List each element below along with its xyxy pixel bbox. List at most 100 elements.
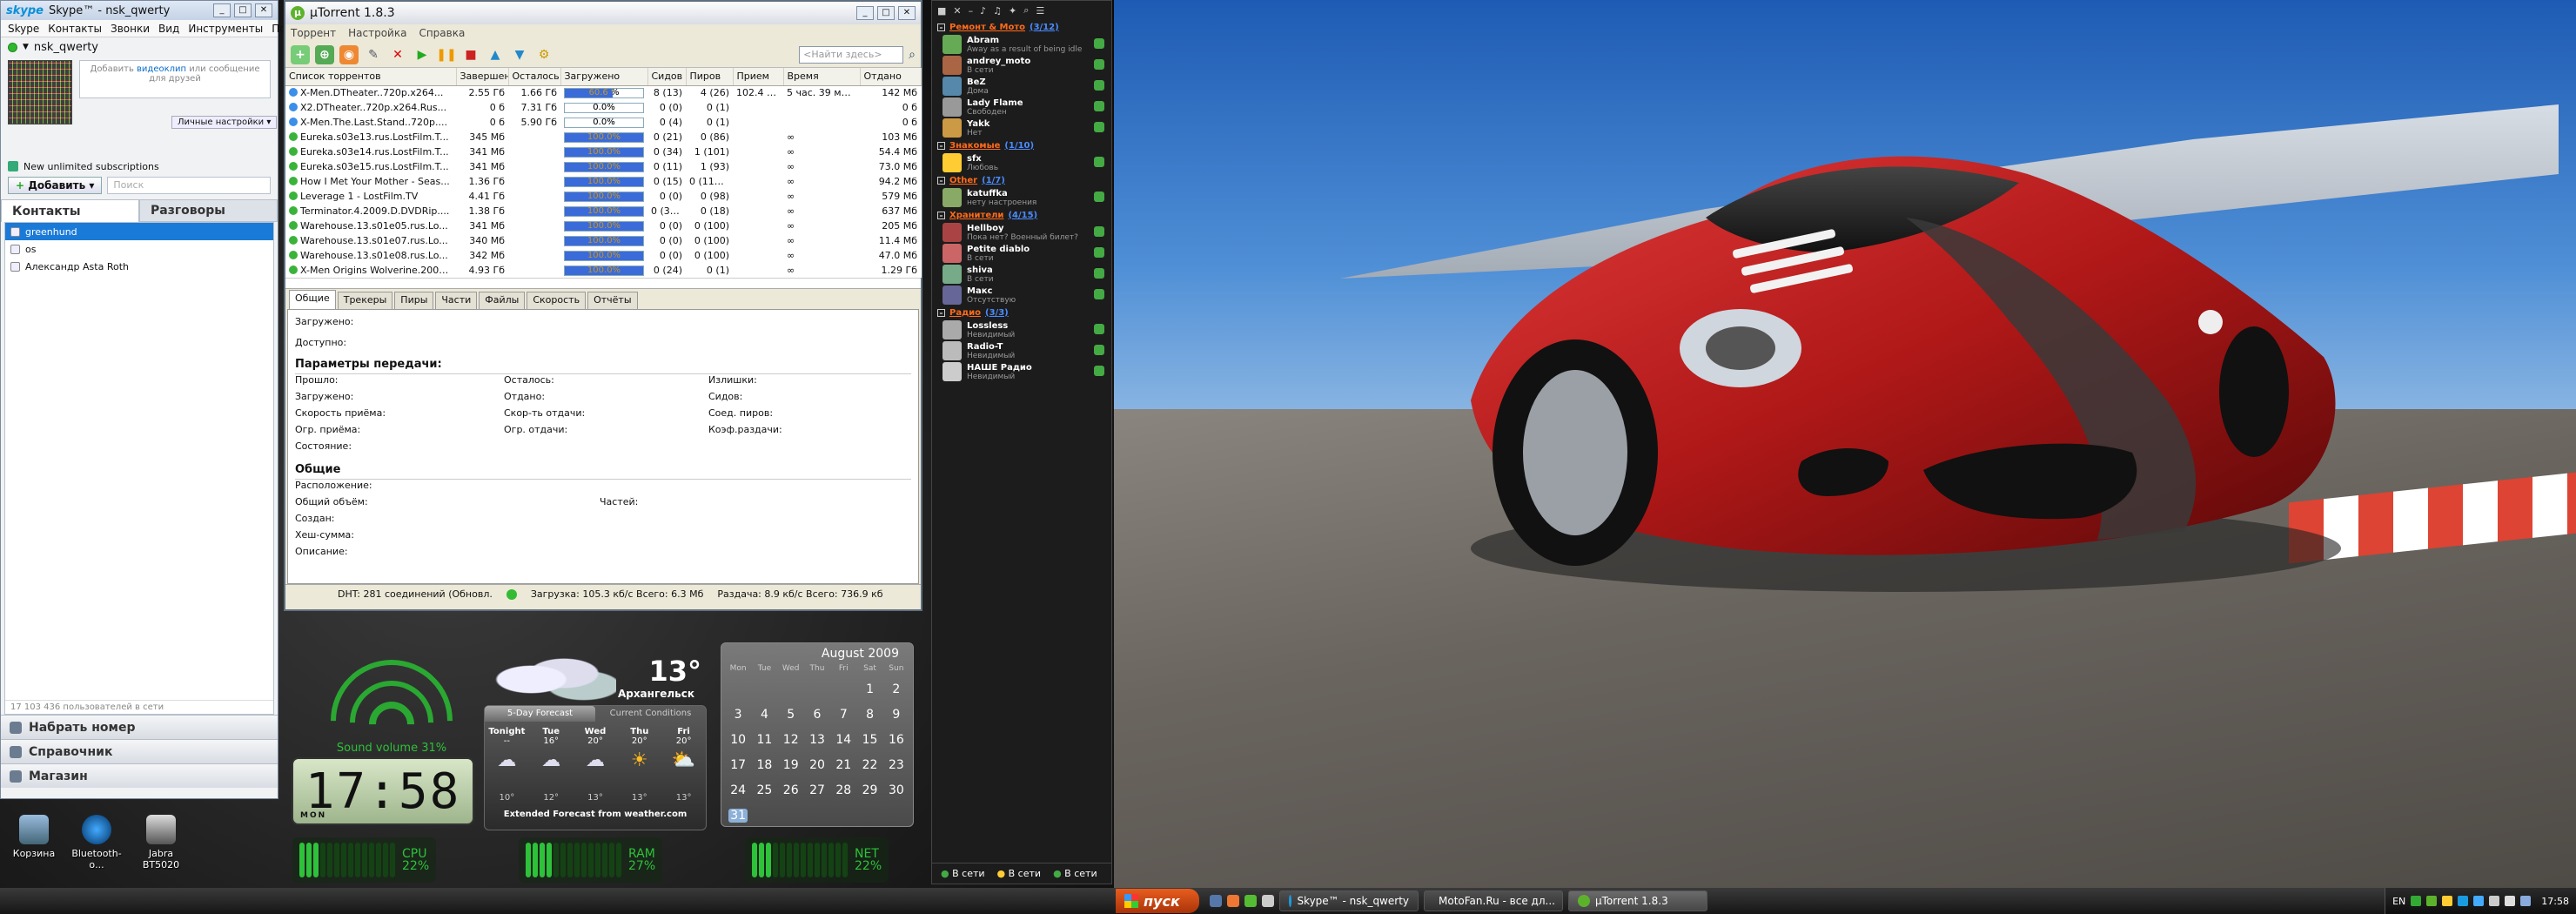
calendar-day[interactable]: 9: [883, 708, 909, 722]
add-torrent-icon[interactable]: +: [291, 44, 310, 64]
taskbar-item-skype[interactable]: Skype™ - nsk_qwerty: [1279, 890, 1419, 911]
subscriptions-row[interactable]: New unlimited subscriptions: [1, 158, 278, 175]
menu-calls[interactable]: Звонки: [111, 23, 150, 35]
contact-item[interactable]: Макс Отсутствую: [932, 285, 1111, 306]
create-torrent-icon[interactable]: ✎: [364, 45, 383, 64]
contact-item[interactable]: BeZ Дома: [932, 76, 1111, 97]
col-uploaded[interactable]: Отдано: [860, 68, 922, 86]
contact-item[interactable]: Yakk Нет: [932, 118, 1111, 138]
calendar-day[interactable]: 8: [856, 708, 882, 722]
contact-item[interactable]: greenhund: [5, 223, 273, 240]
col-eta[interactable]: Время: [783, 68, 861, 86]
calendar-day[interactable]: 19: [778, 758, 804, 772]
minimize-button[interactable]: _: [213, 3, 231, 17]
avatar[interactable]: [8, 60, 72, 124]
calendar-day[interactable]: 2: [883, 682, 909, 696]
tab-pieces[interactable]: Части: [435, 292, 478, 309]
add-url-icon[interactable]: ⊕: [315, 44, 334, 64]
col-seeds[interactable]: Сидов: [647, 68, 687, 86]
contact-item[interactable]: sfx Любовь: [932, 152, 1111, 173]
contact-item[interactable]: Lady Flame Свободен: [932, 97, 1111, 118]
directory-button[interactable]: Справочник: [1, 739, 278, 763]
start-icon[interactable]: ▶: [413, 45, 432, 64]
tab-conversations[interactable]: Разговоры: [139, 199, 278, 222]
tray-icon[interactable]: [2458, 896, 2469, 906]
menu-tools[interactable]: Инструменты: [188, 23, 263, 35]
contact-item[interactable]: Radio-T Невидимый: [932, 340, 1111, 361]
taskbar-item-firefox[interactable]: MotoFan.Ru - все дл...: [1424, 890, 1563, 911]
table-row[interactable]: Eureka.s03e15.rus.LostFilm.T... 341 Мб 100…: [285, 159, 921, 174]
tray-icon[interactable]: [2411, 896, 2422, 906]
calendar-day[interactable]: 16: [883, 733, 909, 747]
contact-group[interactable]: – Радио (3/3): [932, 306, 1111, 319]
desktop-icon-jabra[interactable]: Jabra BT5020: [131, 815, 191, 870]
calendar-day[interactable]: 18: [751, 758, 777, 772]
close-button[interactable]: ✕: [255, 3, 272, 17]
tray-icon[interactable]: [2473, 896, 2485, 906]
calendar-day[interactable]: 5: [778, 708, 804, 722]
menu-help[interactable]: Справка: [419, 27, 465, 39]
tray-clock[interactable]: 17:58: [2541, 896, 2569, 907]
rss-icon[interactable]: ◉: [339, 44, 359, 64]
col-down-speed[interactable]: Прием: [733, 68, 784, 86]
table-row[interactable]: Warehouse.13.s01e08.rus.Lo... 342 Мб 100.0…: [285, 248, 921, 263]
contact-item[interactable]: Hellboy Пока нет? Военный билет?: [932, 222, 1111, 243]
menu-contacts[interactable]: Контакты: [48, 23, 102, 35]
tab-general[interactable]: Общие: [289, 290, 336, 309]
menu-torrent[interactable]: Торрент: [291, 27, 336, 39]
calendar-day[interactable]: 24: [725, 783, 751, 797]
table-row[interactable]: X2.DTheater..720p.x264.Rus... 0 б 7.31 Гб 0…: [285, 100, 921, 115]
personal-settings-button[interactable]: Личные настройки ▾: [171, 116, 278, 129]
contact-item[interactable]: Lossless Невидимый: [932, 319, 1111, 340]
status-jabber[interactable]: ● В сети: [997, 868, 1042, 879]
sound-icon[interactable]: ♫: [993, 5, 1002, 17]
col-peers[interactable]: Пиров: [686, 68, 734, 86]
search-icon[interactable]: ⌕: [909, 48, 916, 62]
contact-group[interactable]: – Знакомые (1/10): [932, 138, 1111, 152]
start-button[interactable]: пуск: [1116, 889, 1199, 913]
calendar-day[interactable]: 15: [856, 733, 882, 747]
search-input[interactable]: Поиск: [107, 177, 271, 194]
tab-current-conditions[interactable]: Current Conditions: [595, 706, 706, 722]
music-icon[interactable]: ♪: [980, 5, 986, 17]
calendar-day[interactable]: 28: [830, 783, 856, 797]
media-icon[interactable]: [1262, 895, 1274, 907]
tab-speed[interactable]: Скорость: [527, 292, 587, 309]
calendar-day[interactable]: 10: [725, 733, 751, 747]
contact-item[interactable]: os: [5, 240, 273, 258]
volume-icon[interactable]: [2505, 896, 2516, 906]
contact-item[interactable]: katuffka нету настроения: [932, 187, 1111, 208]
contact-group[interactable]: – Ремонт & Мото (3/12): [932, 20, 1111, 34]
table-row[interactable]: X-Men Origins Wolverine.2009... 4.93 Гб 10…: [285, 263, 921, 278]
contact-item[interactable]: НАШЕ Радио Невидимый: [932, 361, 1111, 382]
calendar-day[interactable]: 26: [778, 783, 804, 797]
contact-item[interactable]: Abram Away as a result of being idle: [932, 34, 1111, 55]
calendar-day[interactable]: 7: [830, 708, 856, 722]
minimize-button[interactable]: _: [856, 6, 874, 20]
calendar-day[interactable]: 11: [751, 733, 777, 747]
calendar-day[interactable]: 6: [804, 708, 830, 722]
contact-item[interactable]: andrey_moto В сети: [932, 55, 1111, 76]
close-button[interactable]: ✕: [898, 6, 916, 20]
calendar-day[interactable]: 23: [883, 758, 909, 772]
desktop-icon-bluetooth[interactable]: Bluetooth-о...: [66, 815, 127, 870]
table-row[interactable]: X-Men.DTheater..720p.x264... 2.55 Гб 1.66 …: [285, 85, 921, 100]
tab-peers[interactable]: Пиры: [394, 292, 434, 309]
tab-trackers[interactable]: Трекеры: [337, 292, 393, 309]
tab-files[interactable]: Файлы: [479, 292, 526, 309]
mood-message-field[interactable]: Добавить видеоклип или сообщение для дру…: [79, 60, 271, 98]
calendar-day[interactable]: 4: [751, 708, 777, 722]
col-name[interactable]: Список торрентов: [285, 68, 457, 86]
subscriptions-link[interactable]: New unlimited subscriptions: [23, 161, 159, 172]
calendar-day[interactable]: 12: [778, 733, 804, 747]
table-row[interactable]: Warehouse.13.s01e05.rus.Lo... 341 Мб 100.0…: [285, 218, 921, 233]
status-msn[interactable]: ● В сети: [1053, 868, 1097, 879]
table-row[interactable]: X-Men.The.Last.Stand..720p.... 0 б 5.90 Гб…: [285, 115, 921, 130]
show-desktop-icon[interactable]: [1210, 895, 1222, 907]
col-left[interactable]: Осталось: [508, 68, 561, 86]
search-icon[interactable]: ⌕: [1023, 4, 1029, 17]
calendar-day[interactable]: 29: [856, 783, 882, 797]
table-row[interactable]: Leverage 1 - LostFilm.TV 4.41 Гб 100.0% 0 (…: [285, 189, 921, 204]
calendar-day[interactable]: 25: [751, 783, 777, 797]
settings-icon[interactable]: ✦: [1009, 5, 1016, 17]
